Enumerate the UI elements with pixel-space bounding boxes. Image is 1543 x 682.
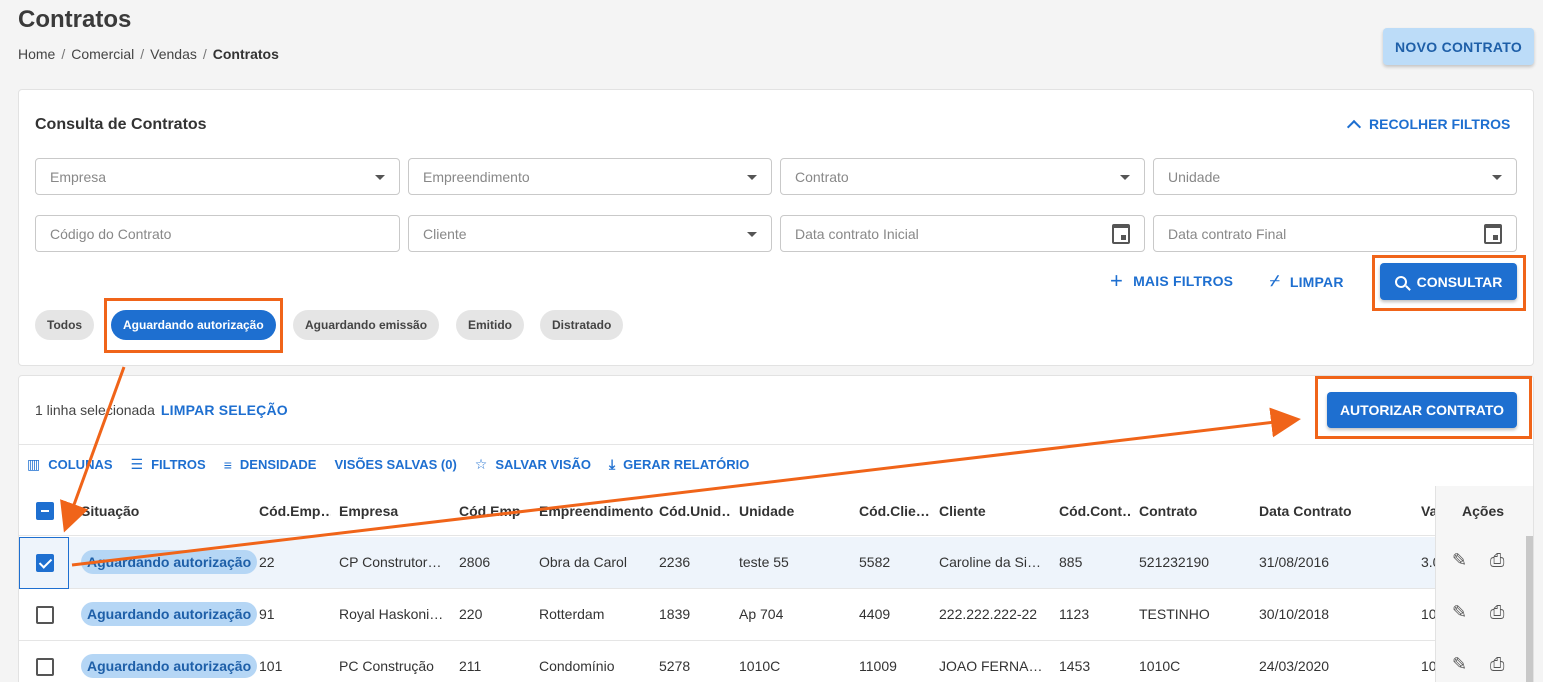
annotation-arrows <box>60 366 1301 567</box>
arrow-to-authorize <box>71 407 1301 567</box>
arrow-to-checkbox <box>60 366 126 533</box>
